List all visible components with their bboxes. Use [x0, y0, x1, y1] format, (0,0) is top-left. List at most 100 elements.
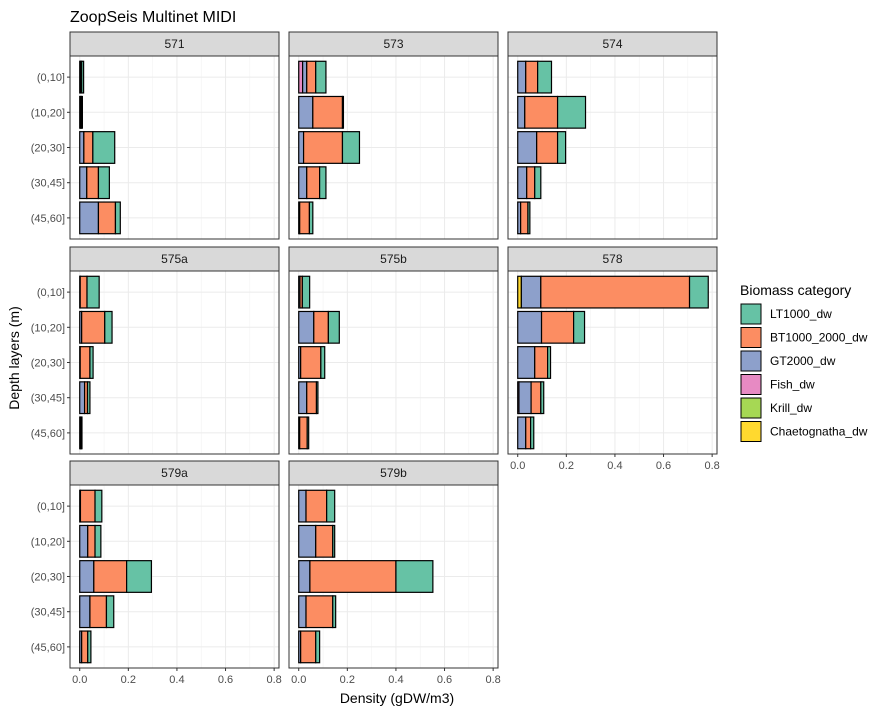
x-tick-label: 0.4	[607, 460, 622, 472]
legend-label: BT1000_2000_dw	[770, 331, 868, 345]
bar-segment-bt1000-2000-dw	[315, 524, 334, 558]
bar-segment-gt2000-dw	[517, 166, 528, 200]
facet-label: 579a	[161, 466, 188, 480]
facet-label: 575a	[161, 252, 188, 266]
bar-segment-bt1000-2000-dw	[79, 275, 88, 309]
bar-segment-lt1000-dw	[540, 381, 545, 415]
bar-segment-bt1000-2000-dw	[309, 560, 397, 593]
bar-segment-lt1000-dw	[81, 60, 85, 94]
y-tick-label: (10,20]	[31, 322, 65, 334]
bar-segment-lt1000-dw	[341, 131, 361, 164]
legend-title: Biomass category	[740, 282, 851, 298]
bar-segment-gt2000-dw	[517, 95, 526, 129]
bar-segment-lt1000-dw	[94, 489, 103, 523]
bar-segment-lt1000-dw	[319, 166, 327, 200]
bar-segment-gt2000-dw	[298, 166, 308, 200]
bar-segment-gt2000-dw	[298, 95, 314, 129]
bar-segment-bt1000-2000-dw	[305, 595, 334, 629]
facet-label: 579b	[380, 466, 407, 480]
bar-segment-bt1000-2000-dw	[525, 60, 539, 94]
faceted-bar-chart: ZoopSeis Multinet MIDI 571 (0,10] (10,20] (…	[6, 9, 868, 706]
bar-segment-gt2000-dw	[298, 489, 307, 523]
bar-segment-lt1000-dw	[86, 381, 91, 415]
bar-segment-gt2000-dw	[298, 310, 315, 344]
bar-segment-lt1000-dw	[80, 95, 83, 129]
bar-segment-bt1000-2000-dw	[89, 595, 108, 629]
bar-segment-gt2000-dw	[518, 381, 532, 415]
bar-segment-lt1000-dw	[315, 630, 321, 664]
bar-segment-lt1000-dw	[556, 131, 567, 164]
panel-579a: 579a (0,10] (10,20] (20,30] (30,45] (45,60] 0.…	[31, 460, 282, 686]
bar-segment-gt2000-dw	[298, 524, 317, 558]
bar-segment-gt2000-dw	[517, 60, 527, 94]
bar-segment-lt1000-dw	[327, 310, 340, 344]
x-tick-label: 0.8	[704, 460, 719, 472]
bar-segment-lt1000-dw	[105, 595, 115, 629]
x-tick-label: 0.8	[266, 674, 281, 686]
bar-segment-lt1000-dw	[315, 60, 327, 94]
bar-segment-bt1000-2000-dw	[83, 131, 94, 164]
legend-label: Chaetognatha_dw	[770, 425, 868, 439]
x-tick-label: 0.2	[121, 674, 136, 686]
panel-575b: 575b	[288, 246, 499, 455]
y-tick-label: (0,10]	[37, 72, 65, 84]
bar-segment-lt1000-dw	[104, 310, 113, 344]
y-tick-label: (20,30]	[31, 358, 65, 370]
bar-segment-lt1000-dw	[94, 524, 102, 558]
bar-segment-bt1000-2000-dw	[93, 560, 128, 593]
bar-segment-gt2000-dw	[520, 275, 542, 309]
bar-segment-bt1000-2000-dw	[302, 131, 344, 164]
x-tick-label: 0.6	[437, 674, 452, 686]
bar-segment-gt2000-dw	[298, 595, 307, 629]
bar-segment-bt1000-2000-dw	[520, 201, 529, 235]
bar-segment-lt1000-dw	[89, 346, 94, 379]
legend-swatch	[740, 327, 762, 348]
y-tick-label: (45,60]	[31, 213, 65, 225]
bar-segment-lt1000-dw	[332, 524, 336, 558]
legend-item: LT1000_dw	[740, 303, 832, 325]
panel-579b: 579b 0.0 0.2 0.4 0.6 0.8	[288, 460, 501, 686]
x-tick-label: 0.4	[169, 674, 184, 686]
bar-segment-bt1000-2000-dw	[305, 489, 328, 523]
bar-segment-lt1000-dw	[86, 275, 100, 309]
bar-segment-lt1000-dw	[97, 166, 110, 200]
legend: Biomass category LT1000_dw BT1000_2000_dw…	[740, 282, 868, 442]
bar-segment-lt1000-dw	[395, 560, 434, 593]
legend-swatch	[740, 421, 762, 442]
bar-segment-bt1000-2000-dw	[299, 201, 311, 235]
bar-segment-bt1000-2000-dw	[306, 381, 318, 415]
bar-segment-lt1000-dw	[92, 131, 116, 164]
bar-segment-gt2000-dw	[79, 595, 91, 629]
legend-item: Krill_dw	[740, 397, 812, 419]
y-tick-label: (0,10]	[37, 501, 65, 513]
bar-segment-lt1000-dw	[308, 201, 314, 235]
y-tick-label: (45,60]	[31, 428, 65, 440]
y-tick-label: (20,30]	[31, 572, 65, 584]
facet-label: 573	[383, 37, 403, 51]
y-tick-label: (30,45]	[31, 607, 65, 619]
y-tick-label: (30,45]	[31, 178, 65, 190]
y-tick-label: (10,20]	[31, 107, 65, 119]
x-tick-label: 0.4	[388, 674, 403, 686]
bar-segment-bt1000-2000-dw	[300, 630, 317, 664]
bar-segment-bt1000-2000-dw	[530, 381, 542, 415]
x-tick-label: 0.0	[72, 674, 87, 686]
legend-label: Fish_dw	[770, 378, 815, 392]
bar-segment-lt1000-dw	[80, 416, 83, 450]
x-tick-label: 0.8	[485, 674, 500, 686]
bar-segment-lt1000-dw	[301, 275, 311, 309]
bar-segment-bt1000-2000-dw	[536, 131, 559, 164]
bar-segment-bt1000-2000-dw	[81, 630, 89, 664]
x-axis-title: Density (gDW/m3)	[340, 690, 454, 706]
bar-segment-bt1000-2000-dw	[300, 346, 322, 379]
bar-segment-lt1000-dw	[556, 95, 587, 129]
legend-item: BT1000_2000_dw	[740, 327, 868, 348]
bar-segment-lt1000-dw	[534, 166, 542, 200]
legend-item: GT2000_dw	[740, 350, 836, 372]
bar-segment-gt2000-dw	[298, 131, 305, 164]
y-tick-label: (0,10]	[37, 287, 65, 299]
bar-segment-bt1000-2000-dw	[306, 166, 321, 200]
bar-segment-gt2000-dw	[79, 131, 85, 164]
bar-segment-bt1000-2000-dw	[312, 95, 344, 129]
facet-label: 574	[602, 37, 622, 51]
